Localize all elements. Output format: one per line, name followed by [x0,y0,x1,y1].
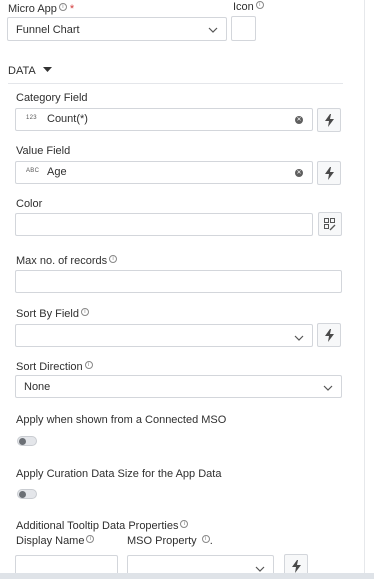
info-icon: i [84,361,93,369]
clear-icon[interactable]: ✕ [295,169,303,177]
sort-direction-value: None [24,381,51,393]
chevron-down-icon [294,335,304,341]
sort-direction-label: Sort Direction i [16,361,93,373]
color-input[interactable] [15,213,313,236]
mso-property-label: MSO Property i. [127,535,213,547]
lightning-icon [325,167,334,180]
category-expression-button[interactable] [317,108,341,132]
apply-curation-label: Apply Curation Data Size for the App Dat… [16,468,222,480]
lightning-icon [325,114,334,127]
color-label: Color [16,198,43,210]
info-icon: i [255,1,264,9]
color-picker-icon [324,218,336,231]
apply-curation-toggle[interactable] [17,489,37,499]
numeric-type-tag: 123 [26,115,37,121]
sort-by-expression-button[interactable] [317,323,341,347]
data-section-toggle[interactable]: DATA [8,65,53,77]
micro-app-label: Micro App i * [8,3,75,15]
info-icon: i [201,535,210,543]
info-icon: i [80,308,89,316]
sort-direction-select[interactable]: None [15,375,342,398]
display-name-label: Display Name i [16,535,95,547]
info-icon: i [109,255,118,263]
info-icon: i [58,3,67,11]
micro-app-value: Funnel Chart [16,24,80,36]
chevron-down-icon [323,385,333,391]
toggle-knob [19,491,26,498]
value-expression-button[interactable] [317,161,341,185]
category-field-input[interactable]: 123 Count(*) ✕ [15,108,313,131]
category-field-value: Count(*) [47,113,88,125]
sort-by-field-select[interactable] [15,324,313,347]
lightning-icon [325,329,334,342]
panel-edge [364,0,365,573]
toggle-knob [19,438,26,445]
value-field-value: Age [47,166,67,178]
icon-picker[interactable] [231,16,256,41]
lightning-icon [292,560,301,573]
max-records-label: Max no. of records i [16,255,118,267]
chevron-down-icon [208,27,218,33]
tooltip-properties-label: Additional Tooltip Data Properties i [16,520,189,532]
caret-down-icon [43,67,53,72]
clear-icon[interactable]: ✕ [295,116,303,124]
sort-by-field-label: Sort By Field i [16,308,89,320]
category-field-label: Category Field [16,92,88,104]
section-divider [8,83,343,84]
horizontal-scrollbar[interactable] [0,573,374,579]
string-type-tag: ABC [26,168,40,174]
color-picker-button[interactable] [318,212,342,236]
info-icon: i [180,520,189,528]
value-field-label: Value Field [16,145,71,157]
info-icon: i [86,535,95,543]
icon-label: Icon i [233,1,264,13]
apply-connected-toggle[interactable] [17,436,37,446]
micro-app-select[interactable]: Funnel Chart [7,17,227,41]
value-field-input[interactable]: ABC Age ✕ [15,161,313,184]
required-mark: * [69,3,75,15]
apply-connected-label: Apply when shown from a Connected MSO [16,414,227,426]
max-records-input[interactable] [15,270,342,293]
